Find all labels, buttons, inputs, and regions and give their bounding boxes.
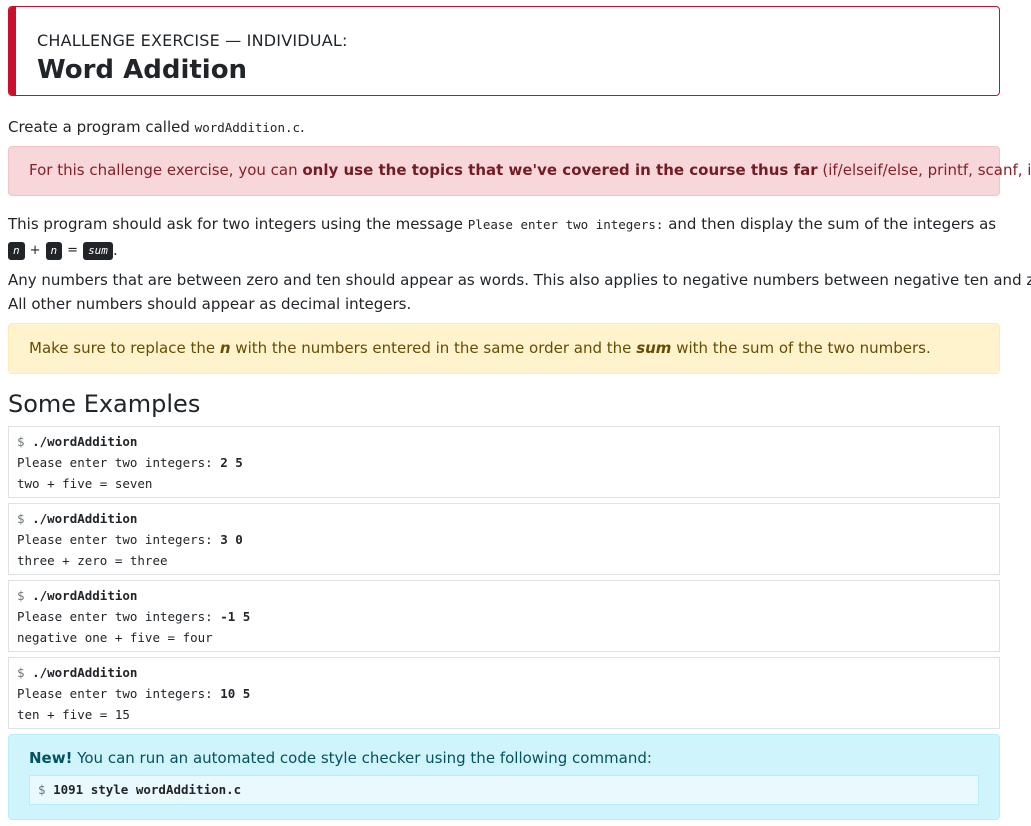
kbd-n-second: n: [45, 241, 63, 260]
format-period: .: [112, 241, 118, 259]
restriction-prefix: For this challenge exercise, you can: [29, 161, 303, 179]
description-part1: This program should ask for two integers…: [8, 215, 468, 233]
intro-filename: wordAddition.c: [194, 120, 301, 135]
warning-n: n: [219, 339, 231, 357]
user-input: 10 5: [220, 686, 251, 701]
prompt-message: Please enter two integers:: [467, 217, 664, 232]
output-line: ten + five = 15: [17, 707, 130, 722]
user-input: -1 5: [220, 609, 251, 624]
ask-text: Please enter two integers:: [17, 609, 221, 624]
input-line: Please enter two integers: 3 0: [17, 529, 991, 550]
rules-line-1: Any numbers that are between zero and te…: [8, 271, 1031, 289]
replacement-alert: Make sure to replace the n with the numb…: [8, 323, 1000, 374]
equals-sign: =: [67, 242, 79, 258]
user-input: 2 5: [220, 455, 243, 470]
output-line: two + five = seven: [17, 476, 153, 491]
warning-suffix: with the sum of the two numbers.: [671, 339, 931, 357]
shell-prompt: $: [17, 434, 33, 449]
description-part2: and then display the sum of the integers…: [663, 215, 997, 233]
description-paragraph: This program should ask for two integers…: [8, 212, 996, 237]
exercise-title: Word Addition: [37, 55, 248, 85]
new-label: New!: [29, 749, 73, 767]
ask-text: Please enter two integers:: [17, 532, 221, 547]
restriction-alert: For this challenge exercise, you can onl…: [8, 146, 1031, 196]
style-checker-text: New! You can run an automated code style…: [29, 749, 979, 767]
style-checker-description: You can run an automated code style chec…: [72, 749, 652, 767]
exercise-kicker: CHALLENGE EXERCISE — INDIVIDUAL:: [37, 31, 348, 50]
command-text: ./wordAddition: [32, 665, 138, 680]
shell-prompt: $: [38, 782, 54, 797]
warning-prefix: Make sure to replace the: [29, 339, 220, 357]
ask-text: Please enter two integers:: [17, 686, 221, 701]
example-block: $ ./wordAddition Please enter two intege…: [8, 657, 1000, 729]
rules-line-2: All other numbers should appear as decim…: [8, 295, 412, 313]
style-command-box: $ 1091 style wordAddition.c: [29, 775, 979, 805]
kbd-sum: sum: [83, 241, 113, 260]
ask-text: Please enter two integers:: [17, 455, 221, 470]
intro-paragraph: Create a program called wordAddition.c.: [8, 115, 305, 140]
warning-sum: sum: [636, 339, 672, 357]
style-command: 1091 style wordAddition.c: [53, 782, 242, 797]
input-line: Please enter two integers: 10 5: [17, 683, 991, 704]
example-block: $ ./wordAddition Please enter two intege…: [8, 426, 1000, 498]
command-line: $ ./wordAddition: [17, 662, 991, 683]
exercise-header: CHALLENGE EXERCISE — INDIVIDUAL: Word Ad…: [8, 6, 1000, 96]
examples-heading: Some Examples: [8, 390, 201, 418]
example-block: $ ./wordAddition Please enter two intege…: [8, 580, 1000, 652]
warning-middle: with the numbers entered in the same ord…: [230, 339, 637, 357]
shell-prompt: $: [17, 665, 33, 680]
example-block: $ ./wordAddition Please enter two intege…: [8, 503, 1000, 575]
restriction-bold: only use the topics that we've covered i…: [302, 161, 818, 179]
intro-prefix: Create a program called: [8, 118, 195, 136]
style-checker-alert: New! You can run an automated code style…: [8, 734, 1000, 820]
command-text: ./wordAddition: [32, 511, 138, 526]
shell-prompt: $: [17, 588, 33, 603]
format-line: n + n = sum.: [8, 238, 118, 263]
command-text: ./wordAddition: [32, 588, 138, 603]
plus-sign: +: [29, 242, 41, 258]
shell-prompt: $: [17, 511, 33, 526]
input-line: Please enter two integers: -1 5: [17, 606, 991, 627]
command-line: $ ./wordAddition: [17, 431, 991, 452]
kbd-n-first: n: [8, 241, 25, 260]
command-text: ./wordAddition: [32, 434, 138, 449]
input-line: Please enter two integers: 2 5: [17, 452, 991, 473]
user-input: 3 0: [220, 532, 243, 547]
restriction-suffix: (if/elseif/else, printf, scanf, ints).: [822, 161, 1031, 179]
intro-suffix: .: [300, 118, 305, 136]
output-line: negative one + five = four: [17, 630, 213, 645]
header-accent-bar: [9, 7, 16, 95]
command-line: $ ./wordAddition: [17, 585, 991, 606]
command-line: $ ./wordAddition: [17, 508, 991, 529]
output-line: three + zero = three: [17, 553, 168, 568]
